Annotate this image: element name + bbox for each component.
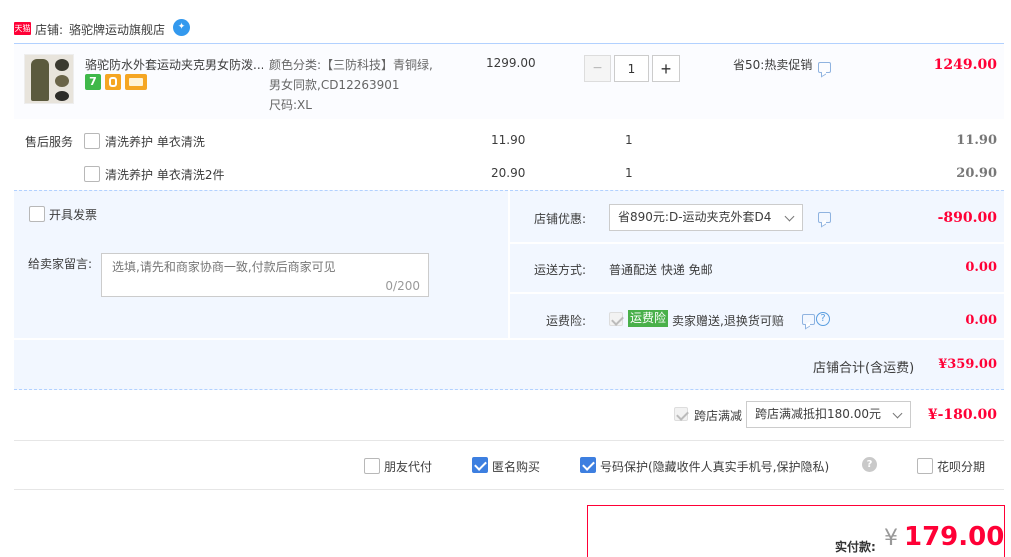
insurance-label: 运费险: <box>546 314 587 328</box>
guarantee-icon <box>105 74 121 90</box>
message-input[interactable] <box>112 258 412 276</box>
after-sale-option-1-total: 11.90 <box>956 133 997 148</box>
insurance-checkbox <box>609 312 623 326</box>
shipping-amount: 0.00 <box>965 260 997 275</box>
item-unit-price: 1299.00 <box>486 56 536 70</box>
quantity-stepper: − + <box>584 55 680 82</box>
huabei-checkbox[interactable] <box>917 458 933 474</box>
options-divider <box>14 489 1004 490</box>
after-sale-option-1-price: 11.90 <box>491 133 526 147</box>
insurance-desc: 卖家赠送,退换货可赔 <box>672 314 784 328</box>
message-box: 0/200 <box>101 253 429 297</box>
shop-discount-select-value: 省890元:D-运动夹克外套D4 <box>618 210 772 224</box>
friend-pay-checkbox[interactable] <box>364 458 380 474</box>
wangwang-chat-icon[interactable]: ✦ <box>173 19 190 36</box>
friend-pay-label: 朋友代付 <box>384 460 433 474</box>
sku-color: 颜色分类:【三防科技】青铜绿, <box>269 58 433 72</box>
after-sale-option-2-total: 20.90 <box>956 166 997 181</box>
shipping-label: 运送方式: <box>534 263 587 277</box>
shop-discount-chat-icon[interactable] <box>818 212 831 223</box>
after-sale-option-2-name: 清洗养护 单衣清洗2件 <box>105 168 225 182</box>
message-counter: 0/200 <box>385 279 420 293</box>
shop-discount-select[interactable]: 省890元:D-运动夹克外套D4 <box>609 204 803 231</box>
seven-day-return-icon: 7 <box>85 74 101 90</box>
item-subtotal: 1249.00 <box>933 57 997 73</box>
insurance-amount: 0.00 <box>965 313 997 328</box>
payment-currency: ¥ <box>884 526 898 551</box>
shop-name-link[interactable]: 骆驼牌运动旗舰店 <box>69 21 165 38</box>
number-protect-checkbox[interactable] <box>580 457 596 473</box>
shop-total-label: 店铺合计(含运费) <box>813 361 915 376</box>
shipping-value: 普通配送 快递 免邮 <box>609 263 713 277</box>
tmall-badge: 天猫 <box>14 22 31 35</box>
number-protect-label: 号码保护(隐藏收件人真实手机号,保护隐私) <box>600 460 830 474</box>
promo-chat-icon[interactable] <box>818 62 831 73</box>
anonymous-checkbox[interactable] <box>472 457 488 473</box>
cross-store-divider <box>14 440 1004 441</box>
insurance-help-icon[interactable]: ? <box>816 312 830 326</box>
after-sale-label: 售后服务 <box>25 135 74 149</box>
chevron-down-icon <box>892 408 903 419</box>
payment-box: 实付款: ¥ 179.00 <box>587 505 1005 557</box>
quantity-input[interactable] <box>614 55 649 82</box>
order-panel-divider-2 <box>510 292 1004 294</box>
after-sale-option-2-price: 20.90 <box>491 166 526 180</box>
cross-store-select-value: 跨店满减抵扣180.00元 <box>755 407 881 421</box>
quantity-increase-button[interactable]: + <box>652 55 680 82</box>
shop-discount-label: 店铺优惠: <box>534 212 587 226</box>
order-panel-vertical-divider <box>508 190 510 338</box>
credit-card-icon <box>125 74 147 90</box>
item-title-link[interactable]: 骆驼防水外套运动夹克男女防泼... <box>85 56 263 73</box>
order-panel-divider-3 <box>14 338 1004 340</box>
invoice-label: 开具发票 <box>49 208 98 222</box>
order-panel-divider-1 <box>510 242 1004 244</box>
sku-size: 尺码:XL <box>269 98 312 112</box>
anonymous-label: 匿名购买 <box>492 460 541 474</box>
number-protect-help-icon[interactable]: ? <box>862 457 877 472</box>
insurance-chat-icon[interactable] <box>802 314 815 325</box>
invoice-checkbox[interactable] <box>29 206 45 222</box>
after-sale-option-1-qty: 1 <box>625 133 633 147</box>
after-sale-option-1-checkbox[interactable] <box>84 133 100 149</box>
insurance-badge: 运费险 <box>628 310 669 327</box>
sku-model: 男女同款,CD12263901 <box>269 78 400 92</box>
cross-store-label: 跨店满减 <box>694 409 743 423</box>
payment-label: 实付款: <box>835 540 876 554</box>
after-sale-option-2-qty: 1 <box>625 166 633 180</box>
cross-store-select[interactable]: 跨店满减抵扣180.00元 <box>746 401 911 428</box>
after-sale-option-2-checkbox[interactable] <box>84 166 100 182</box>
chevron-down-icon <box>784 211 795 222</box>
product-thumbnail[interactable] <box>24 54 74 104</box>
huabei-label: 花呗分期 <box>937 460 986 474</box>
shop-discount-amount: -890.00 <box>937 210 997 226</box>
message-label: 给卖家留言: <box>28 257 93 271</box>
payment-amount: 179.00 <box>904 522 1005 552</box>
item-promo: 省50:热卖促销 <box>733 58 813 72</box>
after-sale-option-1-name: 清洗养护 单衣清洗 <box>105 135 205 149</box>
shop-total-amount: ¥359.00 <box>938 357 997 372</box>
shop-label: 店铺: <box>35 23 64 37</box>
quantity-decrease-button[interactable]: − <box>584 55 611 82</box>
cross-store-checkbox <box>674 407 688 421</box>
cross-store-amount: ¥-180.00 <box>927 407 997 423</box>
